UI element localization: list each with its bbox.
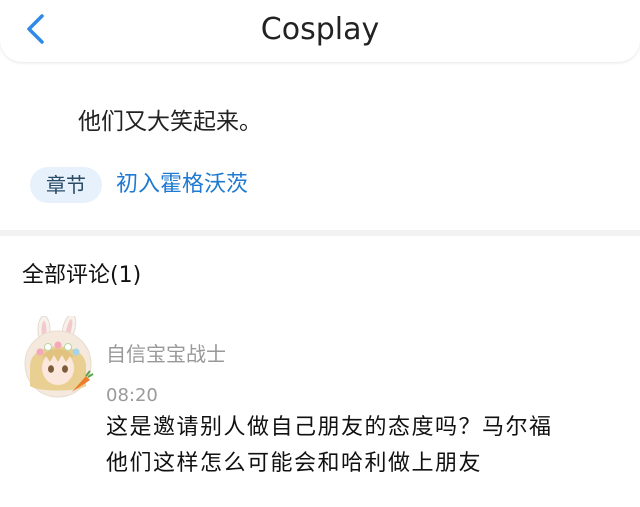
- top-bar: Cosplay: [0, 0, 640, 62]
- user-avatar[interactable]: [20, 313, 96, 400]
- comment-text-line: 他们这样怎么可能会和哈利做上朋友: [106, 451, 483, 476]
- comment-text-line: 这是邀请别人做自己朋友的态度吗？马尔福: [106, 415, 553, 440]
- page-title: Cosplay: [260, 12, 380, 47]
- post-quote-text: 他们又大笑起来。: [78, 109, 262, 135]
- comment-username[interactable]: 自信宝宝战士: [106, 340, 226, 368]
- comments-heading: 全部评论(1): [22, 263, 142, 288]
- comment-time: 08:20: [106, 385, 158, 406]
- chapter-link[interactable]: 初入霍格沃茨: [116, 169, 248, 201]
- section-divider: [0, 230, 640, 236]
- chapter-badge: 章节: [30, 167, 102, 203]
